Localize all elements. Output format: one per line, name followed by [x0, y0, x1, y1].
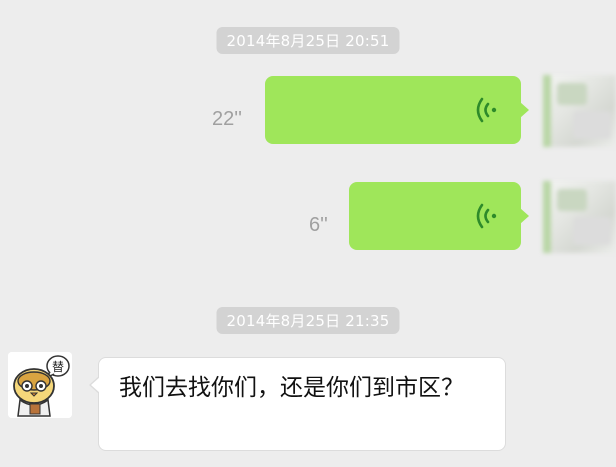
- avatar-badge-text: 替: [52, 360, 64, 374]
- timestamp: 2014年8月25日 20:51: [216, 27, 400, 54]
- voice-wave-icon: [476, 203, 497, 229]
- voice-message-bubble[interactable]: [265, 76, 529, 144]
- message-text: 我们去找你们，还是你们到市区？: [119, 375, 464, 401]
- cartoon-avatar-icon: 替: [8, 352, 72, 418]
- voice-message-bubble[interactable]: [349, 182, 529, 250]
- voice-duration: 22'': [212, 108, 242, 130]
- avatar[interactable]: [543, 181, 616, 253]
- avatar[interactable]: 替: [8, 352, 72, 418]
- voice-duration: 6'': [309, 214, 328, 236]
- voice-wave-icon: [476, 97, 497, 123]
- avatar[interactable]: [543, 75, 616, 147]
- timestamp: 2014年8月25日 21:35: [216, 307, 400, 334]
- chat-view: 2014年8月25日 20:51 22'' 6'' 2014年8月25日 21:…: [0, 0, 616, 467]
- received-message-bubble[interactable]: 我们去找你们，还是你们到市区？: [89, 357, 506, 451]
